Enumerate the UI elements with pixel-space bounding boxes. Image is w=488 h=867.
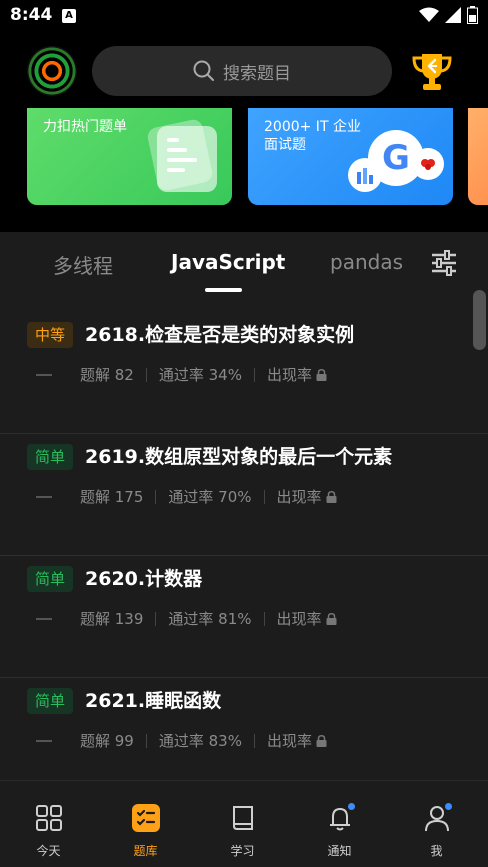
acceptance-rate: 通过率 81% [168,610,252,628]
lock-icon [326,612,337,625]
nav-today[interactable]: 今天 [0,781,97,867]
trophy-icon[interactable] [410,50,454,94]
problem-title: 2619.数组原型对象的最后一个元素 [85,446,393,468]
lock-icon [316,734,327,747]
banner-carousel[interactable]: 力扣热门题单 2000+ IT 企业 面试题 G [0,108,488,208]
status-dash [36,617,52,620]
status-dash [36,373,52,376]
nav-label: 题库 [133,844,158,858]
nav-label: 学习 [230,844,255,858]
tab-active-indicator [205,288,242,292]
profile-dot [445,803,452,810]
nav-me[interactable]: 我 [388,781,485,867]
banner-next[interactable] [468,108,488,205]
notification-dot [348,803,355,810]
difficulty-badge: 中等 [27,322,74,348]
problem-meta: 题解 175 通过率 70% 出现率 [36,486,337,507]
nav-study[interactable]: 学习 [194,781,291,867]
problem-meta: 题解 99 通过率 83% 出现率 [36,730,327,751]
status-bar: 8:44 A [0,0,488,34]
signal-icon [445,7,461,23]
problem-title: 2620.计数器 [85,568,203,590]
header: 搜索题目 [0,40,488,100]
tab-pandas[interactable]: pandas [330,250,403,274]
difficulty-badge: 简单 [27,444,74,470]
tab-multithreading[interactable]: 多线程 [53,250,113,279]
solution-count: 题解 99 [80,732,134,750]
banner-company-title: 2000+ IT 企业 面试题 [264,119,361,153]
solution-count: 题解 175 [80,488,144,506]
huawei-petal-icon [421,159,435,170]
bottom-nav: 今天 题库 学习 通知 我 [0,780,488,867]
problem-meta: 题解 139 通过率 81% 出现率 [36,608,337,629]
checkin-ring-avatar[interactable] [27,46,77,96]
book-icon [233,806,253,830]
problem-row[interactable]: 简单 2619.数组原型对象的最后一个元素 题解 175 通过率 70% 出现率 [0,434,488,556]
banner-hot-list-title: 力扣热门题单 [43,119,127,135]
nav-notifications[interactable]: 通知 [291,781,388,867]
document-icon [157,126,217,192]
status-dash [36,495,52,498]
filter-sliders-icon[interactable] [430,250,458,276]
frequency-label: 出现率 [276,488,322,506]
scrollbar[interactable] [473,290,486,350]
nav-label: 今天 [36,844,61,858]
frequency-label: 出现率 [266,732,312,750]
tab-javascript[interactable]: JavaScript [171,250,285,274]
problem-panel: 多线程 JavaScript pandas 中等 2618.检查是否是类的对象实… [0,232,488,800]
checklist-icon [132,804,160,832]
nav-problem-bank[interactable]: 题库 [97,781,194,867]
banner-company-questions[interactable]: 2000+ IT 企业 面试题 G [248,108,453,205]
acceptance-rate: 通过率 70% [168,488,252,506]
problem-meta: 题解 82 通过率 34% 出现率 [36,364,327,385]
notification-a-icon: A [62,9,76,23]
status-time: 8:44 [10,5,53,25]
battery-icon [467,6,478,24]
difficulty-badge: 简单 [27,688,74,714]
wifi-icon [419,7,439,22]
category-tabs: 多线程 JavaScript pandas [0,232,488,294]
nav-label: 我 [430,844,443,858]
search-icon [193,60,214,81]
acceptance-rate: 通过率 34% [158,366,242,384]
problem-title: 2618.检查是否是类的对象实例 [85,324,355,346]
solution-count: 题解 82 [80,366,134,384]
solution-count: 题解 139 [80,610,144,628]
difficulty-badge: 简单 [27,566,74,592]
frequency-label: 出现率 [276,610,322,628]
acceptance-rate: 通过率 83% [158,732,242,750]
status-icons [419,6,478,24]
problem-title: 2621.睡眠函数 [85,690,222,712]
search-placeholder: 搜索题目 [223,63,291,84]
frequency-label: 出现率 [266,366,312,384]
grid-icon [36,805,62,831]
lock-icon [316,368,327,381]
nav-label: 通知 [327,844,352,858]
status-dash [36,739,52,742]
problem-row[interactable]: 简单 2620.计数器 题解 139 通过率 81% 出现率 [0,556,488,678]
problem-row[interactable]: 中等 2618.检查是否是类的对象实例 题解 82 通过率 34% 出现率 [0,312,488,434]
search-input[interactable]: 搜索题目 [92,46,392,96]
banner-hot-list[interactable]: 力扣热门题单 [27,108,232,205]
lock-icon [326,490,337,503]
